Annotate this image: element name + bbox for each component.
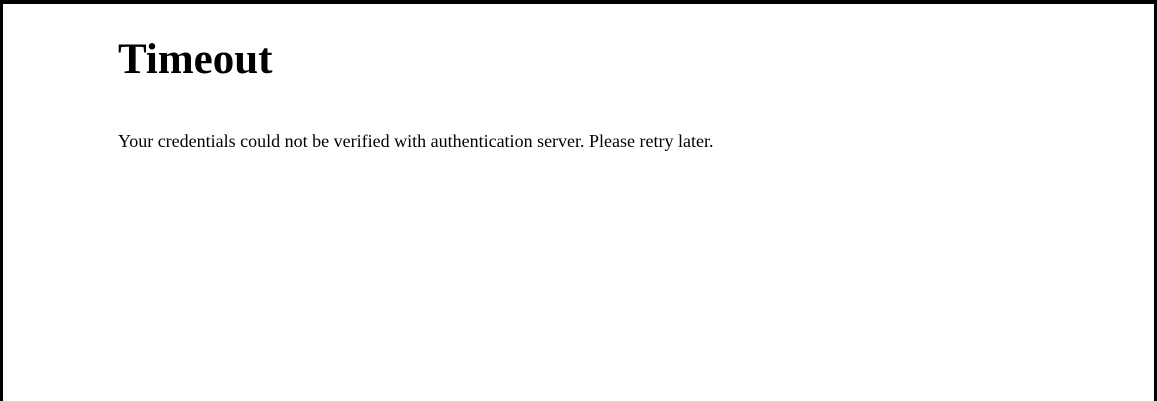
page-frame: Timeout Your credentials could not be ve… <box>0 0 1157 401</box>
page-title: Timeout <box>118 36 273 83</box>
error-message: Your credentials could not be verified w… <box>118 131 714 151</box>
